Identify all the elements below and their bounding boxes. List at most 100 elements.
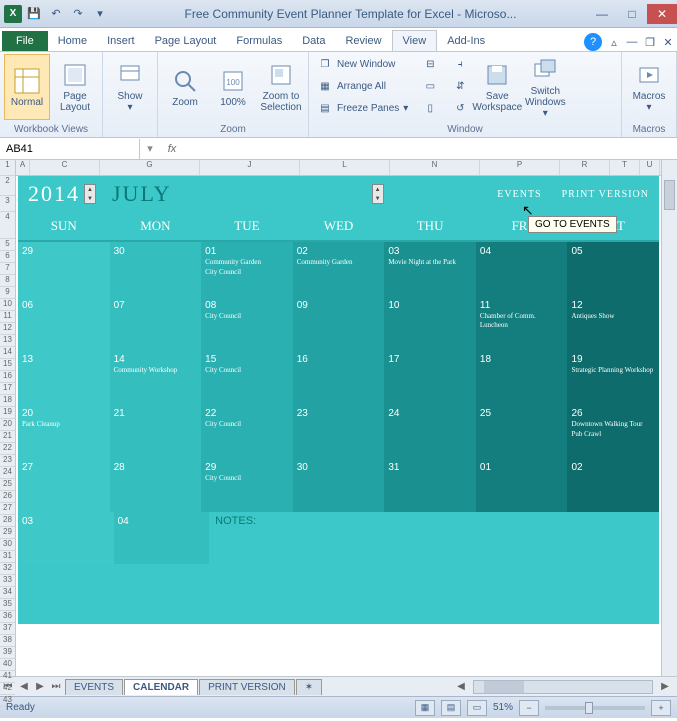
tab-view[interactable]: View [392,30,438,51]
row-header[interactable]: 33 [0,575,15,587]
reset-pos-button[interactable]: ↺ [448,98,472,119]
file-tab[interactable]: File [2,31,48,51]
ribbon-window-close[interactable]: ✕ [659,33,677,51]
zoom-out-button[interactable]: − [519,700,539,716]
row-header[interactable]: 29 [0,527,15,539]
row-header[interactable]: 1 [0,160,15,176]
sheet-tab-insert[interactable]: ✶ [296,679,322,695]
show-button[interactable]: Show ▾ [107,54,153,120]
row-header[interactable]: 34 [0,587,15,599]
tab-page-layout[interactable]: Page Layout [145,31,227,51]
calendar-day[interactable]: 02 [567,458,659,512]
calendar-day[interactable]: 16 [293,350,385,404]
calendar-day[interactable]: 28 [110,458,202,512]
row-header[interactable]: 23 [0,455,15,467]
help-button[interactable]: ? [584,33,602,51]
events-link[interactable]: EVENTS [497,189,541,200]
calendar-day[interactable]: 30 [293,458,385,512]
fx-icon[interactable]: fx [160,143,184,155]
row-header[interactable]: 7 [0,263,15,275]
zoom-slider[interactable] [545,706,645,710]
calendar-day[interactable]: 04 [114,512,210,564]
sheet-tab-events[interactable]: EVENTS [65,679,123,695]
calendar-day[interactable]: 02Community Garden [293,242,385,296]
arrange-all-button[interactable]: ▦Arrange All [313,76,412,97]
row-header[interactable]: 31 [0,551,15,563]
formula-input[interactable] [184,140,677,158]
tab-insert[interactable]: Insert [97,31,145,51]
calendar-day[interactable]: 17 [384,350,476,404]
row-header[interactable]: 9 [0,287,15,299]
tab-addins[interactable]: Add-Ins [437,31,495,51]
close-button[interactable]: ✕ [647,4,677,24]
row-header[interactable]: 4 [0,212,15,239]
column-header[interactable]: U [640,160,660,175]
horizontal-scrollbar[interactable] [473,680,653,694]
calendar-day[interactable]: 19Strategic Planning Workshop [567,350,659,404]
row-header[interactable]: 32 [0,563,15,575]
calendar-day[interactable]: 03 [18,512,114,564]
row-header[interactable]: 10 [0,299,15,311]
calendar-day[interactable]: 01Community GardenCity Council [201,242,293,296]
page-break-status-button[interactable]: ▭ [467,700,487,716]
row-header[interactable]: 5 [0,239,15,251]
row-header[interactable]: 30 [0,539,15,551]
calendar-day[interactable]: 15City Council [201,350,293,404]
row-header[interactable]: 38 [0,635,15,647]
tab-data[interactable]: Data [292,31,335,51]
qat-customize[interactable]: ▾ [90,4,110,24]
row-header[interactable]: 37 [0,623,15,635]
row-header[interactable]: 3 [0,196,15,212]
zoom-100-button[interactable]: 100 100% [210,54,256,120]
namebox-dropdown-icon[interactable]: ▾ [140,142,160,155]
row-header[interactable]: 15 [0,359,15,371]
calendar-day[interactable]: 24 [384,404,476,458]
row-header[interactable]: 19 [0,407,15,419]
minimize-ribbon-button[interactable]: ▵ [605,33,623,51]
calendar-day[interactable]: 30 [110,242,202,296]
calendar-day[interactable]: 04 [476,242,568,296]
row-header[interactable]: 2 [0,176,15,196]
column-header[interactable]: C [30,160,100,175]
save-workspace-button[interactable]: Save Workspace [474,54,520,120]
tab-nav-last[interactable]: ⏭ [48,681,64,692]
row-header[interactable]: 24 [0,467,15,479]
row-header[interactable]: 40 [0,659,15,671]
calendar-day[interactable]: 31 [384,458,476,512]
row-headers[interactable]: 1234567891011121314151617181920212223242… [0,160,16,676]
hscroll-thumb[interactable] [484,681,524,693]
hide-button[interactable]: ▭ [418,76,442,97]
sheet-tab-calendar[interactable]: CALENDAR [124,679,198,695]
tab-review[interactable]: Review [335,31,391,51]
tab-nav-first[interactable]: ⏮ [0,681,16,692]
year-spinner[interactable]: ▲▼ [84,184,96,204]
column-header[interactable]: P [480,160,560,175]
print-version-link[interactable]: PRINT VERSION [562,189,649,200]
hscroll-left[interactable]: ◀ [453,681,469,692]
row-header[interactable]: 14 [0,347,15,359]
minimize-button[interactable]: — [587,4,617,24]
qat-save[interactable]: 💾 [24,4,44,24]
normal-view-button[interactable]: Normal [4,54,50,120]
tab-home[interactable]: Home [48,31,97,51]
view-side-button[interactable]: ⫞ [448,54,472,75]
row-header[interactable]: 36 [0,611,15,623]
column-header[interactable]: A [16,160,30,175]
row-header[interactable]: 21 [0,431,15,443]
calendar-day[interactable]: 05 [567,242,659,296]
qat-redo[interactable]: ↷ [68,4,88,24]
page-layout-button[interactable]: Page Layout [52,54,98,120]
column-header[interactable]: L [300,160,390,175]
calendar-day[interactable]: 08City Council [201,296,293,350]
calendar-day[interactable]: 14Community Workshop [110,350,202,404]
row-header[interactable]: 17 [0,383,15,395]
column-header[interactable]: J [200,160,300,175]
row-header[interactable]: 18 [0,395,15,407]
row-header[interactable]: 27 [0,503,15,515]
ribbon-window-restore[interactable]: ❐ [641,33,659,51]
column-header[interactable]: T [610,160,640,175]
month-spinner[interactable]: ▲▼ [372,184,384,204]
calendar-day[interactable]: 03Movie Night at the Park [384,242,476,296]
maximize-button[interactable]: □ [617,4,647,24]
calendar-day[interactable]: 13 [18,350,110,404]
